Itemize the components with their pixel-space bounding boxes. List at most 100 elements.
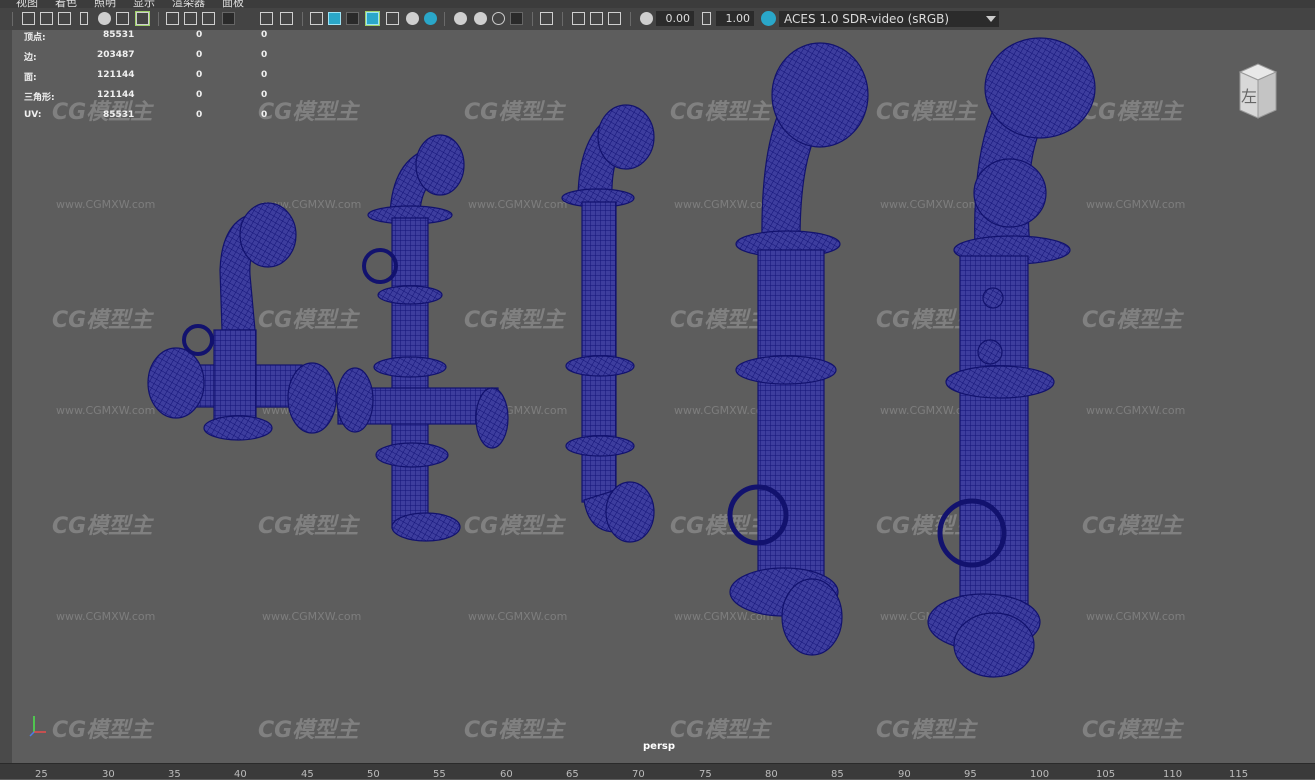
ruler-tick-label: 85 (831, 769, 844, 780)
hud-row-triangles: 三角形: 121144 0 0 (24, 90, 284, 103)
shadows-icon[interactable] (424, 12, 437, 25)
color-management-icon[interactable] (761, 11, 776, 26)
xray-joints-icon[interactable] (590, 12, 603, 25)
gate-mask-icon[interactable] (222, 12, 235, 25)
perspective-viewport[interactable]: CG模型主 CG模型主 CG模型主 CG模型主 CG模型主 CG模型主 www.… (12, 30, 1315, 763)
xray-icon[interactable] (572, 12, 585, 25)
textured-icon[interactable] (386, 12, 399, 25)
depth-of-field-icon[interactable] (510, 12, 523, 25)
axis-gizmo (29, 716, 46, 737)
pipe-model-1[interactable] (147, 202, 337, 441)
wireframe-icon[interactable] (310, 12, 323, 25)
isolate-select-icon[interactable] (540, 12, 553, 25)
motion-blur-icon[interactable] (474, 12, 487, 25)
anti-aliasing-icon[interactable] (492, 12, 505, 25)
toolbar-separator (302, 12, 303, 26)
safe-title-icon[interactable] (280, 12, 293, 25)
hud-value: 0 (261, 90, 268, 100)
ruler-tick-label: 75 (699, 769, 712, 780)
toolbar-separator (12, 12, 13, 26)
viewport-toolbar: 0.00 1.00 ACES 1.0 SDR-video (sRGB) (0, 8, 1315, 31)
hud-value: 0 (261, 50, 268, 60)
ruler-tick-label: 95 (964, 769, 977, 780)
ruler-tick-label: 35 (168, 769, 181, 780)
ruler-tick-label: 70 (632, 769, 645, 780)
resolution-gate-icon[interactable] (202, 12, 215, 25)
two-d-pan-icon[interactable] (116, 12, 129, 25)
gamma-icon[interactable] (702, 12, 711, 25)
smooth-shade-icon[interactable] (328, 12, 341, 25)
grid-icon[interactable] (166, 12, 179, 25)
hud-label: 三角形: (24, 93, 55, 103)
hud-value: 0 (196, 70, 203, 80)
hud-value: 0 (261, 70, 268, 80)
hud-value: 85531 (103, 30, 135, 40)
ruler-tick-label: 25 (35, 769, 48, 780)
grease-pencil-icon[interactable] (135, 11, 150, 26)
exposure-field[interactable]: 0.00 (656, 11, 694, 26)
ruler-tick-label: 60 (500, 769, 513, 780)
toolbar-separator (562, 12, 563, 26)
ruler-tick-label: 105 (1096, 769, 1116, 780)
camera-label: persp (643, 741, 675, 752)
ruler-tick-label: 55 (433, 769, 446, 780)
backface-icon[interactable] (608, 12, 621, 25)
ruler-tick-label: 90 (898, 769, 911, 780)
pipe-model-3[interactable] (561, 104, 655, 543)
ruler-tick-label: 30 (102, 769, 115, 780)
ruler-tick-label: 65 (566, 769, 579, 780)
ruler-tick-label: 50 (367, 769, 380, 780)
menu-lighting[interactable]: 照明 (94, 0, 116, 8)
menu-shading[interactable]: 着色 (55, 0, 77, 8)
lock-camera-icon[interactable] (98, 12, 111, 25)
hud-value: 0 (261, 110, 268, 120)
hud-label: 顶点: (24, 33, 46, 43)
gamma-field[interactable]: 1.00 (716, 11, 754, 26)
time-slider-ruler[interactable]: 25 30 35 40 45 50 55 60 65 70 75 80 85 9… (0, 763, 1315, 780)
pipe-model-4[interactable] (727, 42, 869, 656)
view-cube-face-label: 左 (1241, 87, 1257, 106)
menu-renderer[interactable]: 渲染器 (172, 0, 205, 8)
hud-value: 0 (261, 30, 268, 40)
hud-value: 0 (196, 90, 203, 100)
film-gate-icon[interactable] (184, 12, 197, 25)
hud-label: 边: (24, 53, 37, 63)
hud-row-faces: 面: 121144 0 0 (24, 70, 284, 83)
hud-row-vertices: 顶点: 85531 0 0 (24, 30, 284, 43)
hud-value: 0 (196, 50, 203, 60)
ruler-tick-label: 45 (301, 769, 314, 780)
wireframe-scene (147, 37, 1096, 678)
hud-row-uv: UV: 85531 0 0 (24, 110, 284, 122)
hud-value: 85531 (103, 110, 135, 120)
camera-select-icon[interactable] (22, 12, 35, 25)
toolbar-separator (630, 12, 631, 26)
default-material-icon[interactable] (346, 12, 359, 25)
exposure-icon[interactable] (640, 12, 653, 25)
image-plane-icon[interactable] (80, 12, 88, 25)
menu-panels[interactable]: 面板 (222, 0, 244, 8)
hud-value: 0 (196, 30, 203, 40)
ambient-occlusion-icon[interactable] (454, 12, 467, 25)
ruler-tick-label: 110 (1163, 769, 1183, 780)
camera-attributes-icon[interactable] (40, 12, 53, 25)
color-space-select[interactable]: ACES 1.0 SDR-video (sRGB) (779, 11, 999, 27)
pipe-model-5[interactable] (927, 37, 1096, 678)
hud-value: 121144 (97, 90, 135, 100)
menu-show[interactable]: 显示 (133, 0, 155, 8)
toolbar-separator (532, 12, 533, 26)
wireframe-on-shaded-icon[interactable] (365, 11, 380, 26)
ruler-tick-label: 100 (1030, 769, 1050, 780)
menu-view[interactable]: 视图 (16, 0, 38, 8)
hud-row-edges: 边: 203487 0 0 (24, 50, 284, 63)
safe-action-icon[interactable] (260, 12, 273, 25)
ruler-tick-label: 80 (765, 769, 778, 780)
ruler-tick-label: 40 (234, 769, 247, 780)
pipe-model-2[interactable] (336, 134, 509, 542)
hud-value: 203487 (97, 50, 135, 60)
hud-label: UV: (24, 110, 42, 120)
ruler-tick-label: 115 (1229, 769, 1249, 780)
bookmark-icon[interactable] (58, 12, 71, 25)
lights-icon[interactable] (406, 12, 419, 25)
view-cube[interactable]: 左 (1236, 62, 1278, 120)
hud-label: 面: (24, 73, 37, 83)
